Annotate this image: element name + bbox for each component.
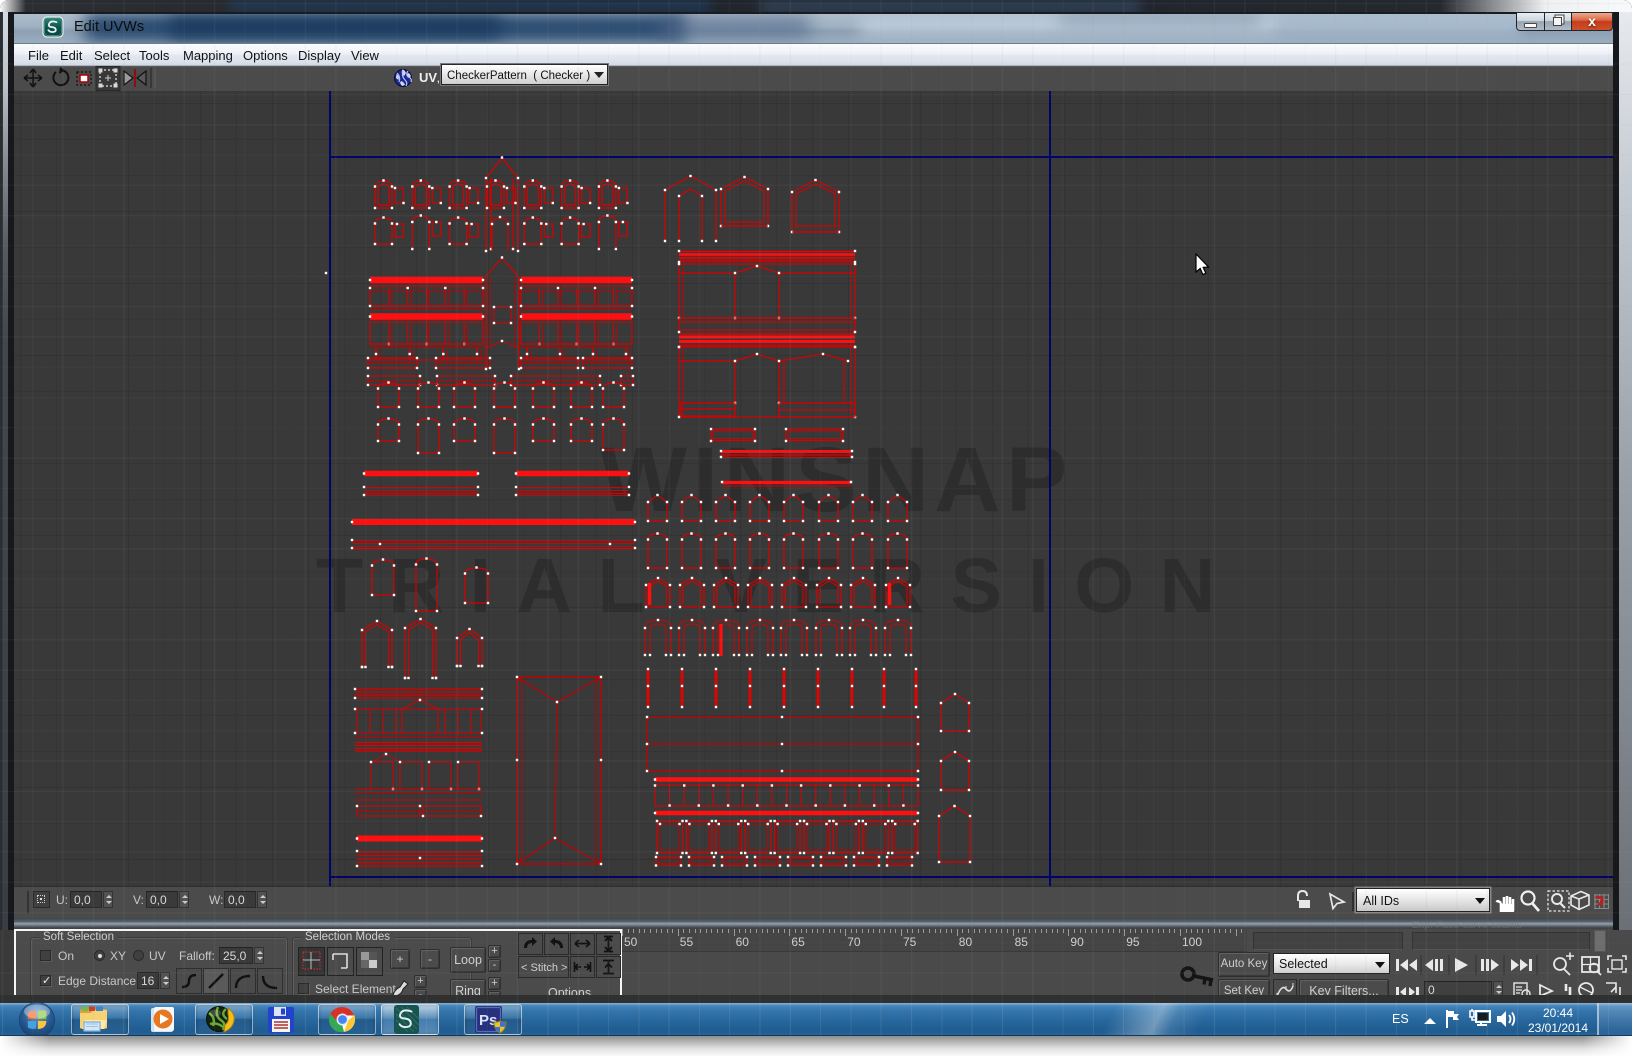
svg-text:< Stitch >: < Stitch > [521, 962, 567, 974]
